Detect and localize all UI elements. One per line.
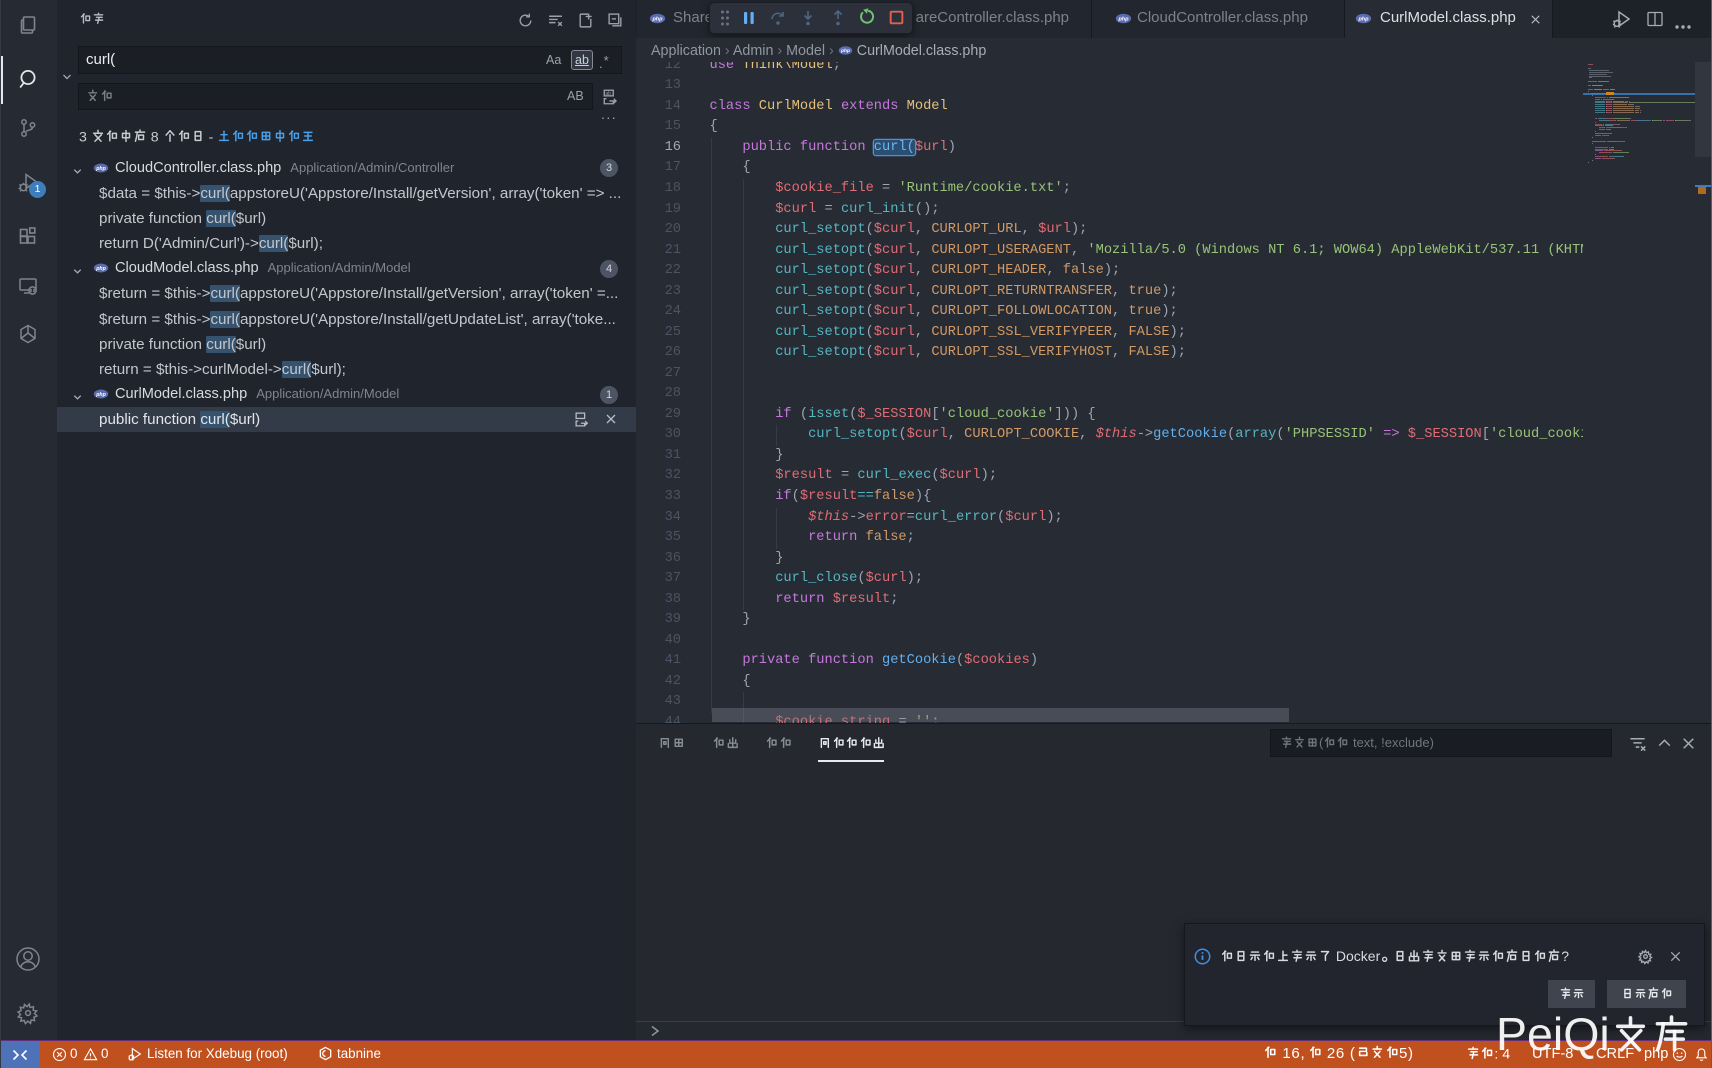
svg-text:php: php	[840, 48, 850, 54]
svg-text:php: php	[95, 165, 106, 171]
svg-text:ab: ab	[605, 91, 611, 97]
svg-text:php: php	[1357, 16, 1369, 22]
svg-text:php: php	[95, 266, 106, 272]
svg-text:php: php	[651, 16, 663, 22]
svg-text:php: php	[95, 392, 106, 398]
svg-text:php: php	[1117, 16, 1129, 22]
